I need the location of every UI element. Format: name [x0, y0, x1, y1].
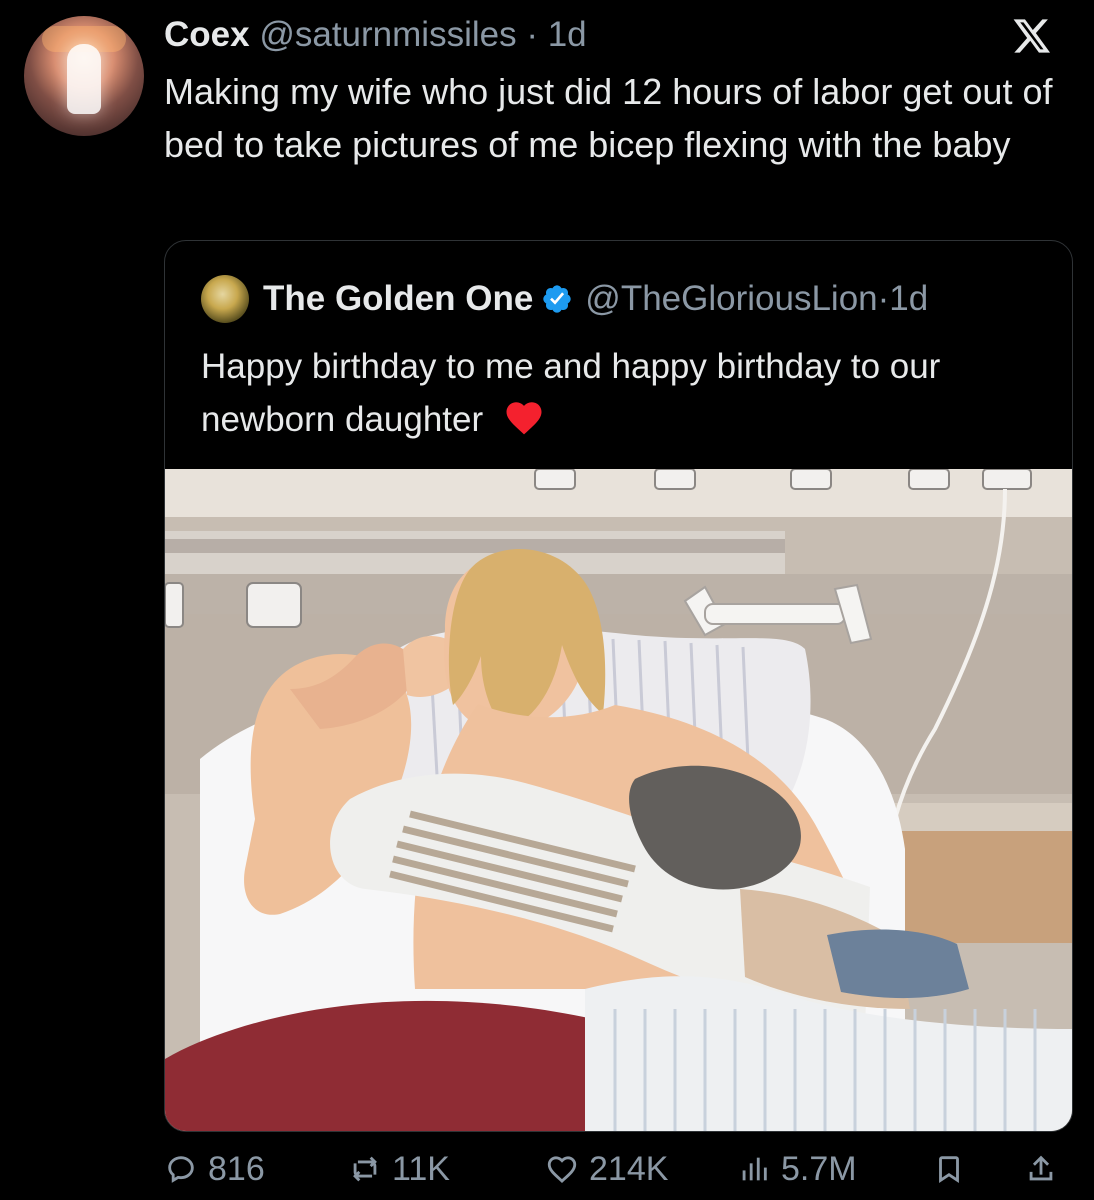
tweet-timestamp[interactable]: 1d	[548, 15, 587, 54]
quoted-author-handle[interactable]: @TheGloriousLion	[585, 278, 877, 320]
quoted-author-name[interactable]: The Golden One	[263, 278, 533, 320]
retweet-count: 11K	[392, 1150, 450, 1188]
reply-action[interactable]: 816	[164, 1148, 265, 1190]
bookmark-action[interactable]	[932, 1148, 966, 1190]
share-action[interactable]	[1024, 1148, 1058, 1190]
quoted-author-avatar[interactable]	[201, 275, 249, 323]
timestamp-separator: ·	[526, 15, 538, 54]
share-icon	[1029, 1155, 1053, 1181]
views-icon	[742, 1157, 767, 1181]
tweet-text: Making my wife who just did 12 hours of …	[164, 71, 1053, 165]
quoted-timestamp-separator: ·	[877, 279, 890, 318]
hospital-photo-illustration	[165, 469, 1072, 1131]
bookmark-icon	[939, 1156, 959, 1183]
author-name[interactable]: Coex	[164, 15, 250, 54]
x-logo-icon	[1013, 19, 1051, 53]
reply-icon	[168, 1156, 194, 1183]
red-heart-icon	[506, 401, 542, 434]
quoted-tweet-text-block: Happy birthday to me and happy birthday …	[201, 341, 1051, 446]
quoted-tweet-timestamp[interactable]: 1d	[889, 278, 928, 320]
tweet-header: Coex @saturnmissiles · 1d	[164, 14, 587, 56]
author-avatar[interactable]	[24, 16, 144, 136]
avatar-figure	[67, 44, 101, 114]
verified-badge-icon	[543, 285, 571, 313]
tweet-actions-bar: 816 11K 214K 5.7M	[164, 1148, 1064, 1190]
quoted-tweet-card[interactable]: The Golden One @TheGloriousLion · 1d Hap…	[164, 240, 1073, 1132]
reply-count: 816	[208, 1150, 265, 1188]
like-action[interactable]: 214K	[545, 1148, 668, 1190]
like-count: 214K	[589, 1150, 669, 1188]
retweet-action[interactable]: 11K	[348, 1148, 450, 1190]
quoted-tweet-text: Happy birthday to me and happy birthday …	[201, 347, 941, 439]
retweet-icon	[353, 1156, 377, 1182]
views-count: 5.7M	[781, 1150, 857, 1188]
views-action[interactable]: 5.7M	[737, 1148, 857, 1190]
quoted-tweet-header: The Golden One @TheGloriousLion · 1d	[201, 275, 928, 323]
quoted-tweet-media[interactable]	[165, 469, 1072, 1131]
author-handle[interactable]: @saturnmissiles	[259, 15, 516, 54]
heart-icon	[547, 1156, 577, 1183]
